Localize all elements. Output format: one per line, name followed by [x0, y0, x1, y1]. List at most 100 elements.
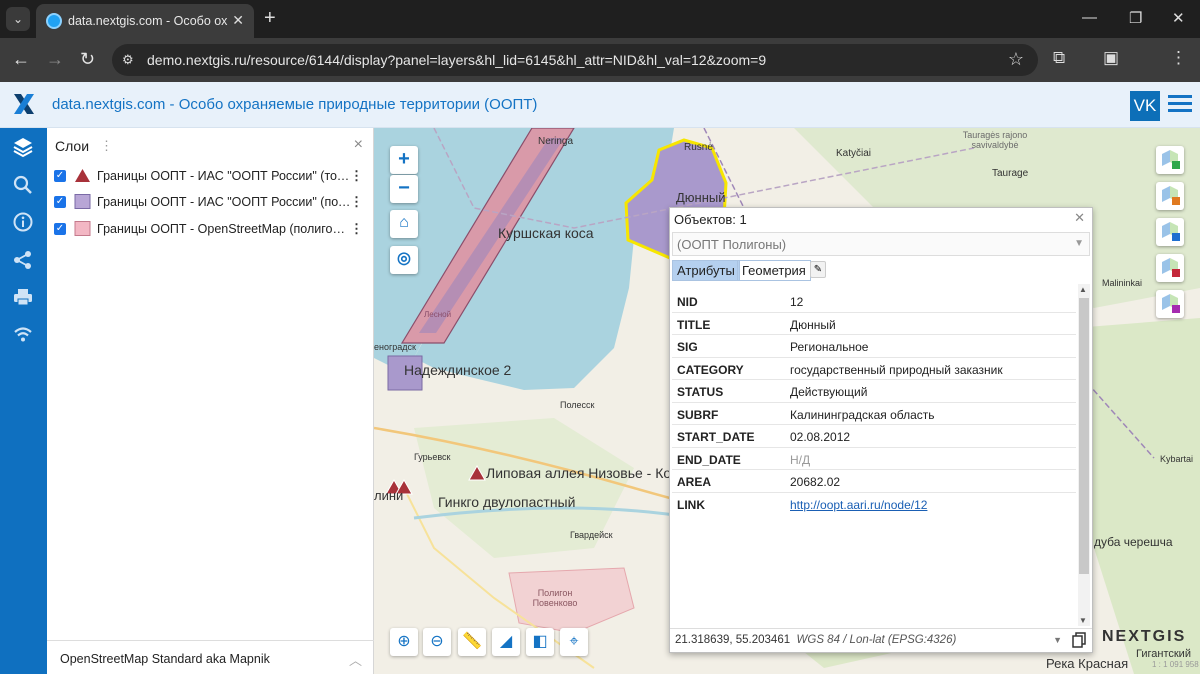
scrollbar[interactable]: ▲ ▼	[1078, 284, 1090, 626]
address-bar[interactable]: ⚙ demo.nextgis.ru/resource/6144/display?…	[112, 44, 1038, 76]
edit-modify-icon[interactable]	[1156, 182, 1184, 210]
map-label: Дюнный	[676, 190, 726, 205]
site-info-icon[interactable]: ⚙	[122, 52, 134, 68]
restore-icon[interactable]: ❐	[1129, 9, 1142, 27]
swipe-icon[interactable]: ◧	[526, 628, 554, 656]
zoom-in-tool-icon[interactable]: ⊕	[390, 628, 418, 656]
edit-delete-icon[interactable]	[1156, 254, 1184, 282]
minimize-icon[interactable]: —	[1082, 9, 1097, 26]
info-icon[interactable]	[12, 211, 34, 233]
map-label: Rusnė	[684, 142, 713, 153]
new-tab-button[interactable]: +	[264, 8, 276, 28]
layer-checkbox[interactable]: ✓	[54, 196, 66, 208]
close-icon[interactable]: ✕	[232, 12, 244, 29]
map-label: Kybartai	[1160, 454, 1194, 464]
table-row: SIG Региональное	[672, 335, 1076, 358]
close-icon[interactable]: ✕	[1074, 210, 1085, 226]
table-row: END_DATE Н/Д	[672, 448, 1076, 470]
scroll-up-icon[interactable]: ▲	[1079, 285, 1087, 294]
home-icon[interactable]: ⌂	[390, 210, 418, 238]
attr-value: Н/Д	[790, 452, 811, 467]
objects-count: Объектов: 1	[674, 212, 747, 227]
map-label: дуба черешча	[1094, 535, 1173, 549]
layer-menu-icon[interactable]: ⋮	[350, 221, 363, 237]
chrome-menu-icon[interactable]: ⋮	[1170, 48, 1187, 68]
table-row: NID 12	[672, 290, 1076, 313]
basemap-label: OpenStreetMap Standard aka Mapnik	[60, 652, 270, 666]
measure-area-icon[interactable]: ◢	[492, 628, 520, 656]
map-label: Надеждинское 2	[404, 362, 512, 378]
zoom-out-tool-icon[interactable]: ⊖	[423, 628, 451, 656]
vk-button[interactable]: VK	[1130, 91, 1160, 121]
identify-popup: Объектов: 1 ✕ (ООПТ Полигоны) ▼ Атрибуты…	[669, 207, 1093, 653]
layer-menu-icon[interactable]: ⋮	[350, 194, 363, 210]
wifi-icon[interactable]	[12, 323, 34, 345]
map-label: Полигон Повенково	[532, 588, 578, 608]
scrollbar-thumb[interactable]	[1079, 298, 1089, 574]
edit-select-icon[interactable]	[1156, 290, 1184, 318]
extensions-icon[interactable]: ⧉	[1053, 48, 1065, 68]
layer-row[interactable]: ✓ Границы ООПТ - OpenStreetMap (полигоны…	[47, 216, 374, 242]
copy-icon[interactable]	[1072, 632, 1086, 648]
layer-row[interactable]: ✓ Границы ООПТ - ИАС "ООПТ России" (точк…	[47, 163, 374, 189]
basemap-selector[interactable]: OpenStreetMap Standard aka Mapnik ︿	[47, 640, 374, 674]
attr-value: Калининградская область	[790, 407, 935, 422]
locate-icon[interactable]: ◎	[390, 246, 418, 274]
sidepanel-icon[interactable]: ▣	[1103, 48, 1119, 68]
close-icon[interactable]: ×	[354, 136, 363, 154]
map-label: Katyčiai	[836, 148, 872, 159]
layer-checkbox[interactable]: ✓	[54, 170, 66, 182]
map-label: Malininkai	[1102, 278, 1143, 288]
nextgis-logo-icon[interactable]	[12, 92, 36, 116]
menu-icon[interactable]	[1168, 95, 1192, 115]
attr-link[interactable]: http://oopt.aari.ru/node/12	[790, 498, 927, 512]
scroll-down-icon[interactable]: ▼	[1079, 616, 1087, 625]
url-text[interactable]: demo.nextgis.ru/resource/6144/display?pa…	[147, 52, 766, 68]
browser-tab[interactable]: data.nextgis.com - Особо охра ✕	[36, 4, 254, 38]
back-icon[interactable]: ←	[12, 49, 30, 69]
chevron-down-icon[interactable]: ▼	[1074, 238, 1084, 249]
browser-toolbar: ← → ↻ ⚙ demo.nextgis.ru/resource/6144/di…	[0, 38, 1200, 82]
layer-row[interactable]: ✓ Границы ООПТ - ИАС "ООПТ России" (поли…	[47, 189, 374, 215]
side-rail	[0, 128, 47, 674]
reload-icon[interactable]: ↻	[80, 49, 95, 69]
forward-icon[interactable]: →	[46, 49, 64, 69]
table-row: STATUS Действующий	[672, 380, 1076, 403]
attr-key: NID	[677, 295, 698, 309]
attr-value: Региональное	[790, 340, 869, 354]
crosshair-icon[interactable]: ⌖	[560, 628, 588, 656]
triangle-icon	[75, 169, 90, 182]
tab-search-button[interactable]: ⌄	[6, 7, 30, 31]
search-icon[interactable]	[12, 174, 34, 196]
bookmark-star-icon[interactable]: ☆	[1008, 49, 1024, 70]
attr-value: государственный природный заказник	[790, 362, 1003, 377]
window-close-icon[interactable]: ✕	[1172, 9, 1185, 27]
attr-value: 20682.02	[790, 475, 841, 489]
browser-tabbar: ⌄ data.nextgis.com - Особо охра ✕ + — ❐ …	[0, 0, 1200, 38]
layer-select[interactable]: (ООПТ Полигоны) ▼	[672, 232, 1090, 256]
measure-distance-icon[interactable]: 📏	[458, 628, 486, 656]
app-header: data.nextgis.com - Особо охраняемые прир…	[0, 82, 1200, 128]
table-row: LINK http://oopt.aari.ru/node/12	[672, 493, 1076, 516]
chevron-down-icon[interactable]: ▼	[1053, 635, 1062, 645]
purple-square-icon	[74, 194, 91, 209]
layer-checkbox[interactable]: ✓	[54, 223, 66, 235]
tab-geometry[interactable]: Геометрия	[737, 260, 811, 281]
zoom-out-button[interactable]: −	[390, 175, 418, 203]
table-row: SUBRF Калининградская область	[672, 403, 1076, 425]
edit-add-icon[interactable]	[1156, 146, 1184, 174]
share-icon[interactable]	[12, 249, 34, 271]
layers-options-icon[interactable]: ⋮	[100, 138, 113, 154]
chevron-up-icon[interactable]: ︿	[349, 650, 362, 669]
coordinates-text: 21.318639, 55.203461 WGS 84 / Lon-lat (E…	[675, 634, 956, 646]
print-icon[interactable]	[12, 286, 34, 308]
scale-label: 1 : 1 091 958	[1152, 660, 1199, 669]
edit-move-icon[interactable]	[1156, 218, 1184, 246]
zoom-in-button[interactable]: +	[390, 146, 418, 174]
layers-icon[interactable]	[12, 136, 34, 158]
tab-attributes[interactable]: Атрибуты	[672, 260, 740, 281]
extra-tab-icon[interactable]: ✎	[810, 261, 826, 278]
layer-menu-icon[interactable]: ⋮	[350, 168, 363, 184]
map-label: Гигантский	[1136, 648, 1191, 660]
attr-key: END_DATE	[677, 452, 741, 467]
